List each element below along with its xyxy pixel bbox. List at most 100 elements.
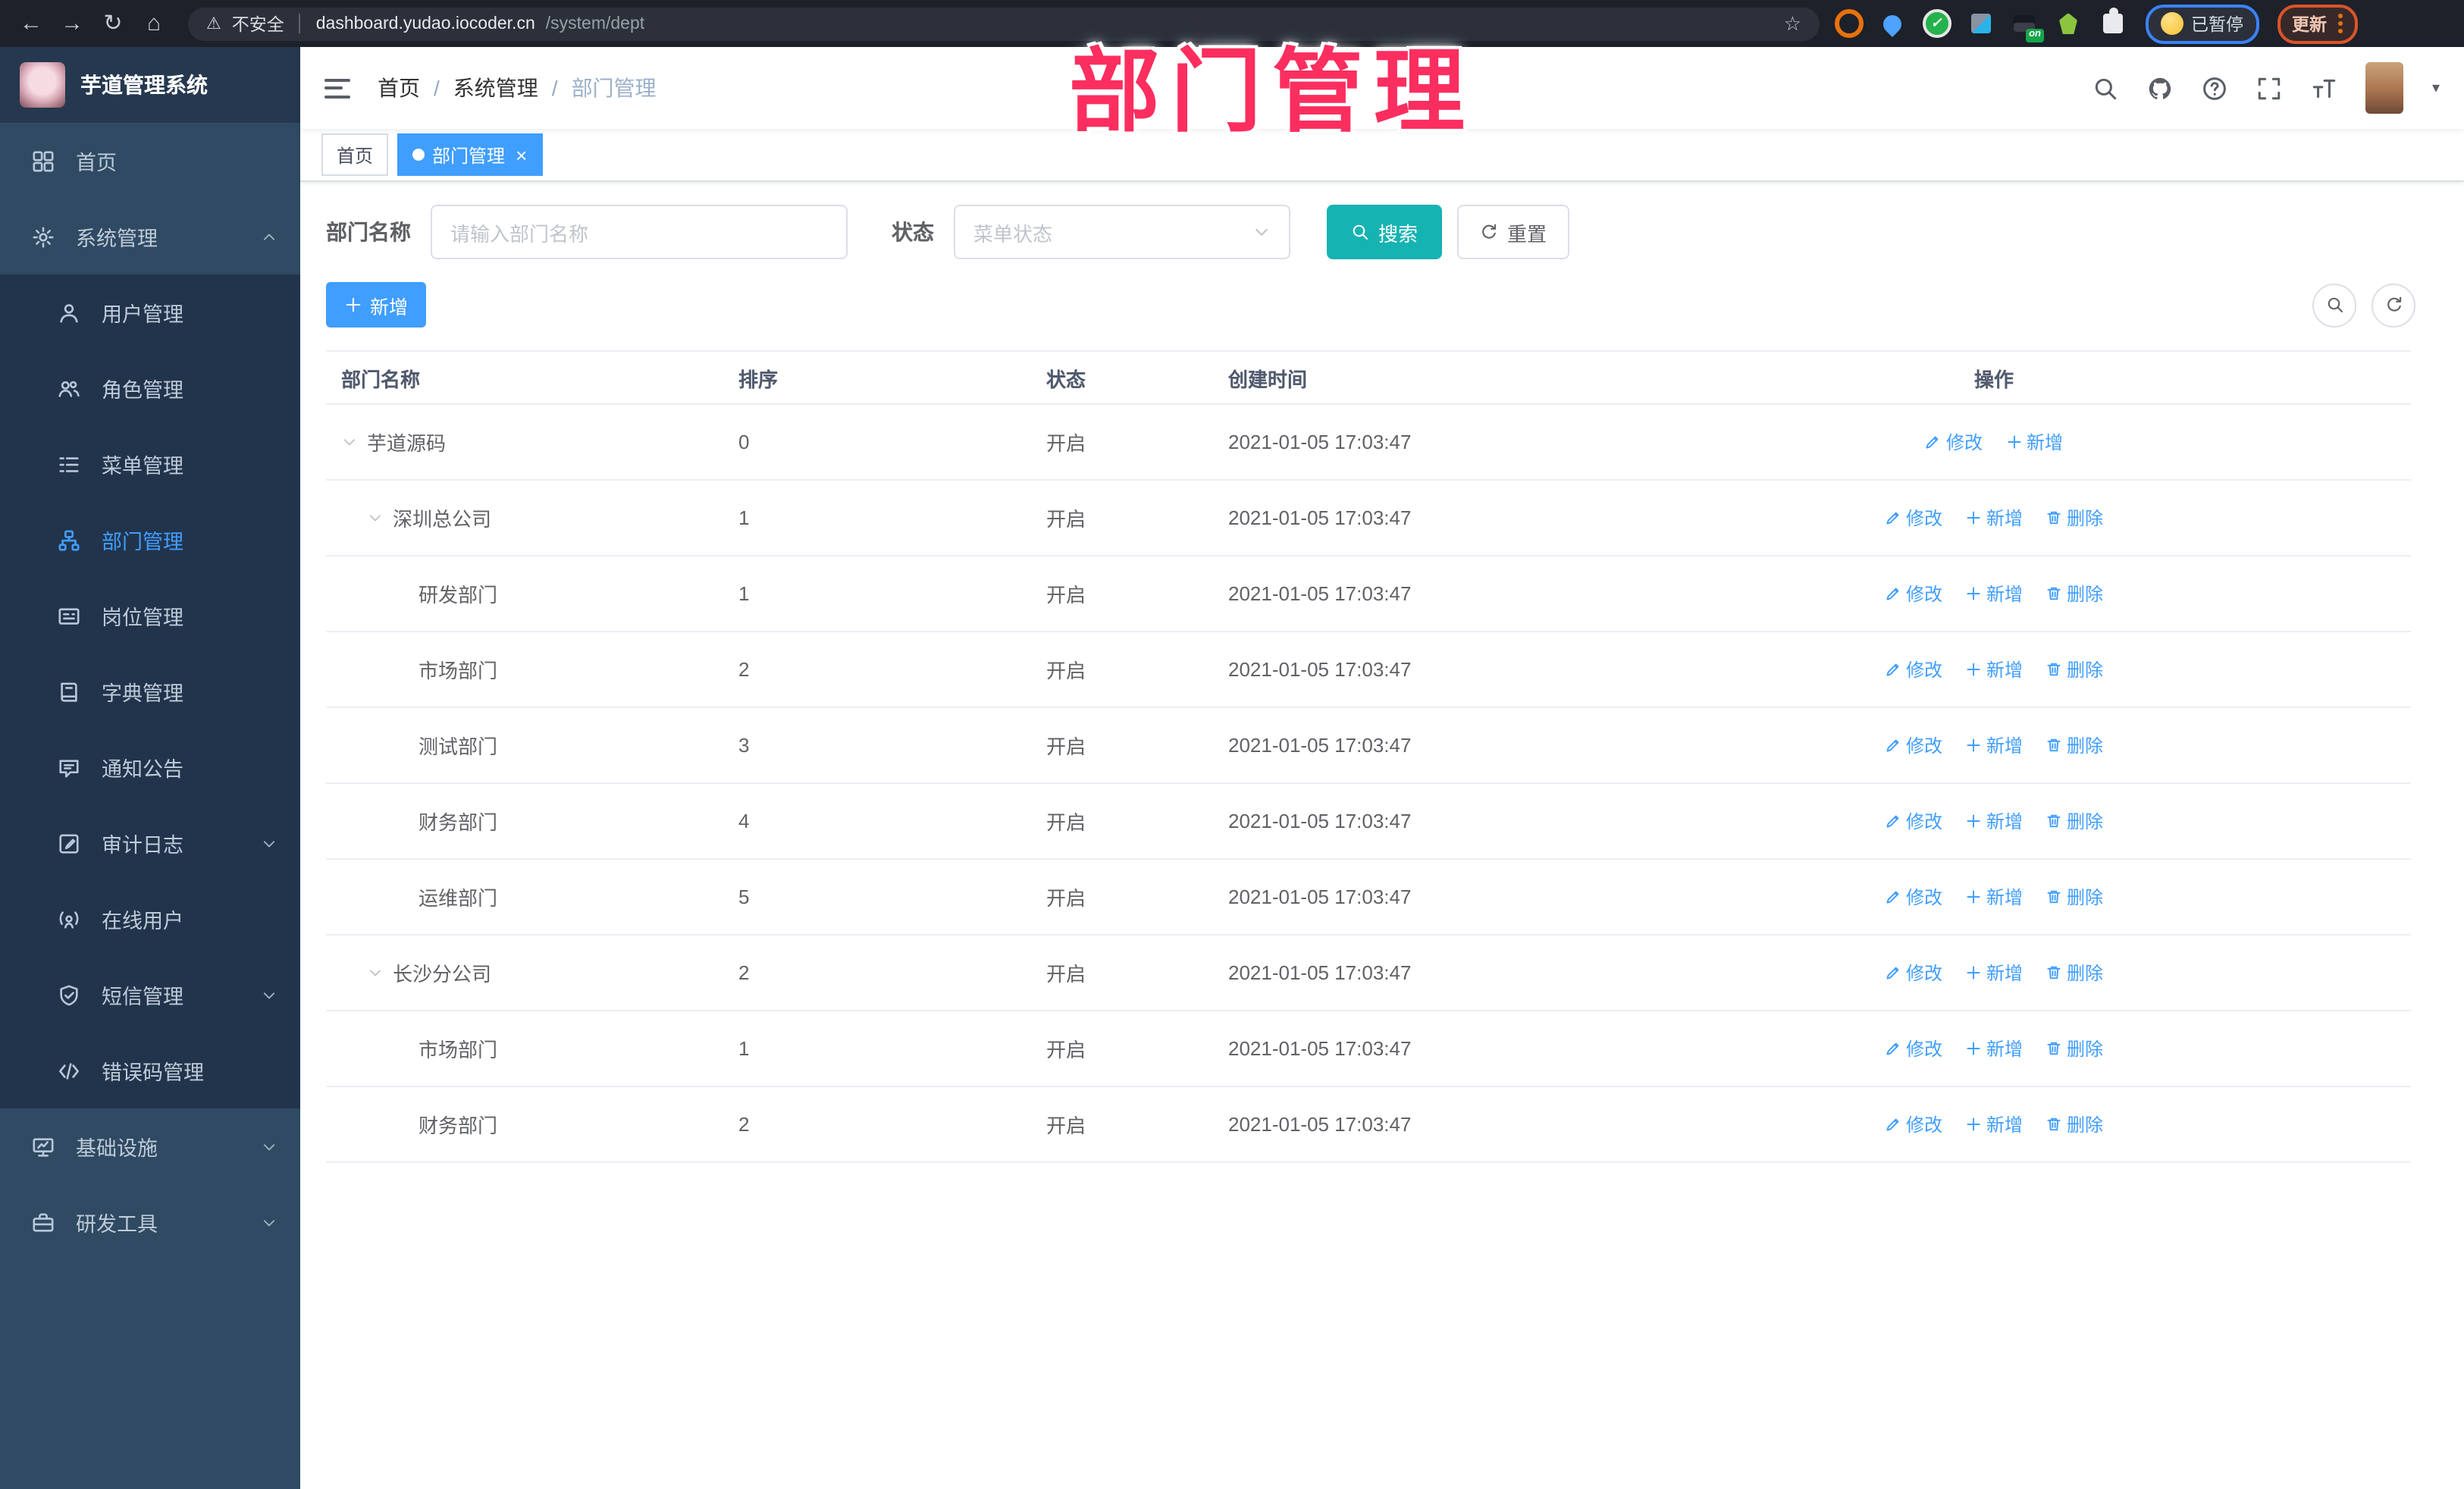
add-link[interactable]: 新增 [1965, 505, 2023, 531]
sidebar-item-岗位管理[interactable]: 岗位管理 [0, 578, 300, 654]
extension-orange-icon[interactable] [1833, 8, 1864, 39]
expand-chevron-icon[interactable] [367, 509, 393, 526]
delete-link[interactable]: 删除 [2045, 581, 2103, 607]
tab-首页[interactable]: 首页 [321, 133, 389, 176]
add-link[interactable]: 新增 [1965, 581, 2023, 607]
sidebar-logo[interactable]: 芋道管理系统 [0, 47, 300, 123]
browser-update-button[interactable]: 更新 [2277, 4, 2357, 43]
dept-sort: 1 [738, 1037, 750, 1060]
sidebar-item-系统管理[interactable]: 系统管理 [0, 199, 300, 274]
chevron-down-icon [261, 986, 277, 1003]
sidebar-item-短信管理[interactable]: 短信管理 [0, 957, 300, 1033]
expand-chevron-icon[interactable] [367, 964, 393, 981]
sidebar-item-基础设施[interactable]: 基础设施 [0, 1108, 300, 1184]
edit-link[interactable]: 修改 [1885, 505, 1942, 531]
browser-reload-icon[interactable]: ↻ [94, 0, 132, 47]
browser-menu-icon[interactable] [2337, 14, 2342, 33]
extension-figure-icon[interactable] [2053, 8, 2083, 39]
toggle-search-button[interactable] [2312, 283, 2356, 327]
table-row[interactable]: 市场部门 1 开启 2021-01-05 17:03:47 修改 新增 删除 [326, 1011, 2411, 1087]
sidebar-item-字典管理[interactable]: 字典管理 [0, 654, 300, 729]
delete-link[interactable]: 删除 [2045, 1036, 2103, 1061]
add-link[interactable]: 新增 [1965, 884, 2023, 910]
header-search-icon[interactable] [2093, 75, 2118, 101]
table-row[interactable]: 运维部门 5 开启 2021-01-05 17:03:47 修改 新增 删除 [326, 860, 2411, 936]
add-link[interactable]: 新增 [1965, 808, 2023, 834]
table-row[interactable]: 财务部门 2 开启 2021-01-05 17:03:47 修改 新增 删除 [326, 1087, 2411, 1163]
sidebar-item-研发工具[interactable]: 研发工具 [0, 1184, 300, 1260]
table-row[interactable]: 芋道源码 0 开启 2021-01-05 17:03:47 修改 新增 [326, 405, 2411, 481]
add-link[interactable]: 新增 [2005, 429, 2063, 455]
edit-link[interactable]: 修改 [1885, 884, 1942, 910]
status-select[interactable]: 菜单状态 [954, 205, 1290, 259]
add-link[interactable]: 新增 [1965, 1111, 2023, 1137]
hamburger-icon[interactable] [324, 78, 350, 98]
add-link[interactable]: 新增 [1965, 657, 2023, 682]
sidebar-item-部门管理[interactable]: 部门管理 [0, 502, 300, 578]
extension-grid-icon[interactable] [1965, 8, 1995, 39]
table-row[interactable]: 市场部门 2 开启 2021-01-05 17:03:47 修改 新增 删除 [326, 632, 2411, 708]
add-button[interactable]: 新增 [326, 282, 427, 328]
sidebar-item-在线用户[interactable]: 在线用户 [0, 881, 300, 957]
delete-link[interactable]: 删除 [2045, 505, 2103, 531]
add-link[interactable]: 新增 [1965, 1036, 2023, 1061]
extension-list-icon[interactable]: on [2009, 8, 2044, 42]
table-row[interactable]: 财务部门 4 开启 2021-01-05 17:03:47 修改 新增 删除 [326, 784, 2411, 860]
delete-link[interactable]: 删除 [2045, 657, 2103, 682]
edit-link[interactable]: 修改 [1885, 581, 1942, 607]
sidebar-item-菜单管理[interactable]: 菜单管理 [0, 426, 300, 502]
edit-link[interactable]: 修改 [1885, 1036, 1942, 1061]
browser-address-bar[interactable]: ⚠ 不安全 dashboard.yudao.iocoder.cn/system/… [188, 7, 1820, 40]
search-button[interactable]: 搜索 [1327, 205, 1443, 259]
expand-chevron-icon[interactable] [341, 434, 367, 450]
table-row[interactable]: 研发部门 1 开启 2021-01-05 17:03:47 修改 新增 删除 [326, 556, 2411, 632]
sidebar-item-角色管理[interactable]: 角色管理 [0, 350, 300, 426]
extension-puzzle-icon[interactable] [2097, 8, 2127, 39]
tab-close-icon[interactable]: × [516, 145, 527, 165]
sidebar-item-用户管理[interactable]: 用户管理 [0, 274, 300, 350]
fullscreen-icon[interactable] [2256, 75, 2282, 101]
add-link[interactable]: 新增 [1965, 960, 2023, 986]
sms-shield-icon [58, 983, 82, 1007]
edit-link[interactable]: 修改 [1885, 1111, 1942, 1137]
breadcrumb-item-系统管理[interactable]: 系统管理 [453, 73, 538, 103]
browser-back-icon[interactable]: ← [12, 0, 50, 47]
avatar-caret-down-icon[interactable]: ▾ [2432, 80, 2440, 96]
edit-link[interactable]: 修改 [1885, 732, 1942, 758]
edit-link[interactable]: 修改 [1885, 808, 1942, 834]
delete-link[interactable]: 删除 [2045, 732, 2103, 758]
add-link[interactable]: 新增 [1965, 732, 2023, 758]
help-icon[interactable] [2202, 75, 2227, 101]
user-avatar[interactable] [2365, 62, 2403, 114]
dept-name: 市场部门 [419, 660, 498, 682]
github-icon[interactable] [2147, 75, 2173, 101]
delete-link[interactable]: 删除 [2045, 884, 2103, 910]
bookmark-star-icon[interactable]: ☆ [1784, 11, 1801, 36]
sidebar-item-首页[interactable]: 首页 [0, 123, 300, 199]
tab-部门管理[interactable]: 部门管理 × [397, 133, 543, 176]
edit-link[interactable]: 修改 [1925, 429, 1983, 455]
delete-link[interactable]: 删除 [2045, 808, 2103, 834]
sidebar-item-审计日志[interactable]: 审计日志 [0, 805, 300, 881]
table-row[interactable]: 测试部门 3 开启 2021-01-05 17:03:47 修改 新增 删除 [326, 708, 2411, 784]
edit-link[interactable]: 修改 [1885, 657, 1942, 682]
refresh-table-button[interactable] [2372, 283, 2415, 327]
sidebar-item-错误码管理[interactable]: 错误码管理 [0, 1033, 300, 1108]
font-size-icon[interactable] [2311, 75, 2337, 101]
sidebar-item-通知公告[interactable]: 通知公告 [0, 729, 300, 805]
browser-home-icon[interactable]: ⌂ [135, 0, 173, 47]
edit-link[interactable]: 修改 [1885, 960, 1942, 986]
delete-link[interactable]: 删除 [2045, 960, 2103, 986]
browser-forward-icon[interactable]: → [53, 0, 91, 47]
browser-profile-chip[interactable]: 已暂停 [2146, 4, 2259, 43]
row-actions: 修改 新增 删除 [1668, 960, 2411, 986]
reset-button[interactable]: 重置 [1457, 205, 1570, 259]
extension-pin-icon[interactable] [1877, 8, 1908, 39]
table-row[interactable]: 长沙分公司 2 开启 2021-01-05 17:03:47 修改 新增 删除 [326, 936, 2411, 1011]
dept-name-input[interactable]: 请输入部门名称 [431, 205, 848, 259]
dept-name: 测试部门 [419, 735, 498, 758]
breadcrumb-item-首页[interactable]: 首页 [378, 73, 420, 103]
extension-green-check-icon[interactable]: ✓ [1921, 8, 1951, 39]
delete-link[interactable]: 删除 [2045, 1111, 2103, 1137]
table-row[interactable]: 深圳总公司 1 开启 2021-01-05 17:03:47 修改 新增 删除 [326, 481, 2411, 556]
